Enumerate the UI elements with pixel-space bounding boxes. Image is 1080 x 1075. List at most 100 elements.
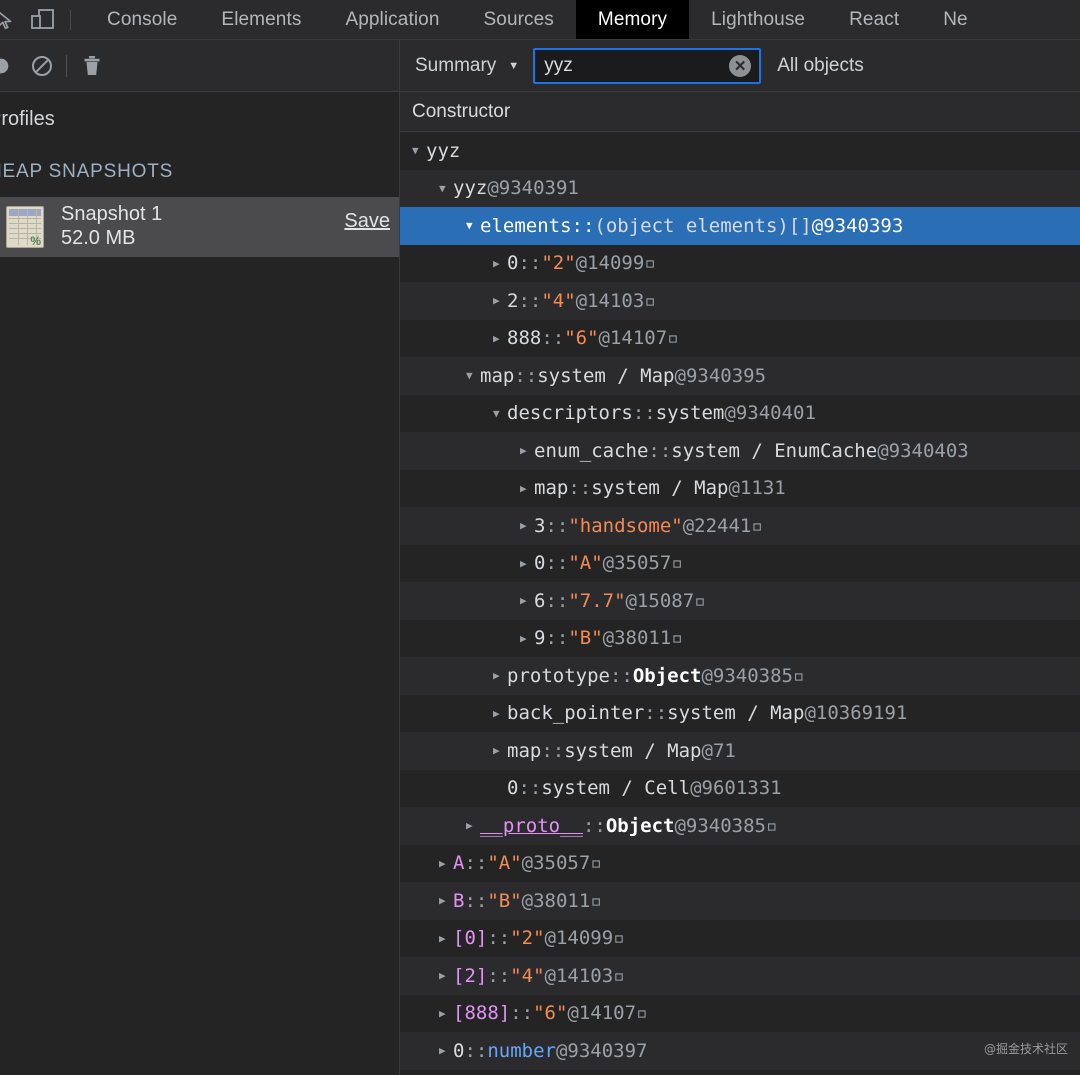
tree-cell-id: @35057	[521, 852, 591, 875]
chevron-right-icon[interactable]: ▶	[493, 257, 507, 270]
tree-row[interactable]: ▼ map :: system / Map @9340395	[400, 357, 1080, 395]
column-header-constructor[interactable]: Constructor	[400, 101, 510, 123]
tree-cell-val-str: "4"	[510, 964, 545, 987]
tree-row[interactable]: ▶ map :: system / Map @1131	[400, 470, 1080, 508]
tree-row[interactable]: ▼ elements :: (object elements)[] @934039…	[400, 207, 1080, 245]
tree-cell-val-str: "A"	[568, 552, 603, 575]
chevron-right-icon[interactable]: ▶	[520, 557, 534, 570]
chevron-right-icon[interactable]: ▶	[439, 1007, 453, 1020]
chevron-right-icon[interactable]: ▶	[520, 444, 534, 457]
tree-row[interactable]: ▶ B :: "B" @38011 ▫	[400, 882, 1080, 920]
tree-row[interactable]: ▶ 3 :: "handsome" @22441 ▫	[400, 507, 1080, 545]
chevron-right-icon[interactable]: ▶	[520, 482, 534, 495]
chevron-down-icon[interactable]: ▼	[466, 219, 480, 232]
sidebar-group-heap-snapshots: HEAP SNAPSHOTS	[0, 161, 174, 182]
chevron-right-icon[interactable]: ▶	[493, 294, 507, 307]
search-input[interactable]	[535, 50, 824, 82]
tree-row[interactable]: ▶ 2 :: "4" @14103 ▫	[400, 282, 1080, 320]
snapshot-meta: Snapshot 1 52.0 MB	[61, 203, 162, 251]
clear-search-icon[interactable]: ✕	[729, 55, 752, 77]
chevron-right-icon[interactable]: ▶	[466, 819, 480, 832]
tree-row[interactable]: ▼ yyz	[400, 132, 1080, 170]
save-snapshot-link[interactable]: Save	[344, 210, 390, 233]
chevron-right-icon[interactable]: ▶	[520, 519, 534, 532]
tree-row[interactable]: ▶ enum_cache :: system / EnumCache @93404…	[400, 432, 1080, 470]
tree-cell-sep: ::	[644, 702, 668, 725]
tab-react[interactable]: React	[827, 0, 921, 39]
tree-cell-box: ▫	[644, 289, 656, 312]
tree-cell-id: @14099	[575, 252, 645, 275]
tab-sources[interactable]: Sources	[462, 0, 576, 39]
chevron-right-icon[interactable]: ▶	[493, 669, 507, 682]
tree-row[interactable]: ▶ map :: system / Map @71	[400, 732, 1080, 770]
tab-elements[interactable]: Elements	[199, 0, 323, 39]
tab-console[interactable]: Console	[85, 0, 199, 39]
device-toolbar-icon[interactable]	[20, 0, 66, 39]
tree-row[interactable]: ▶ 6 :: "7.7" @15087 ▫	[400, 582, 1080, 620]
tree-cell-sep: ::	[487, 927, 511, 950]
tree-row[interactable]: ▶ [0] :: "2" @14099 ▫	[400, 920, 1080, 958]
tree-cell-sep: ::	[541, 327, 565, 350]
chevron-down-icon[interactable]: ▼	[493, 407, 507, 420]
tree-cell-box: ▫	[766, 814, 778, 837]
tab-lighthouse[interactable]: Lighthouse	[689, 0, 827, 39]
view-select-label[interactable]: Summary	[413, 55, 502, 77]
tree-row[interactable]: ▶ __proto__ :: Object @9340385 ▫	[400, 807, 1080, 845]
chevron-right-icon[interactable]: ▶	[439, 1044, 453, 1057]
snapshot-name: Snapshot 1	[61, 203, 163, 225]
chevron-down-icon[interactable]: ▼	[466, 369, 480, 382]
tab-application[interactable]: Application	[323, 0, 461, 39]
snapshot-list-item[interactable]: % Snapshot 1 52.0 MB Save	[0, 197, 399, 257]
tab-memory[interactable]: Memory	[575, 0, 690, 39]
tree-cell-box: ▫	[613, 927, 625, 950]
tree-cell-sep: ::	[518, 289, 542, 312]
chevron-right-icon[interactable]: ▶	[493, 744, 507, 757]
tree-cell-sep: ::	[464, 852, 488, 875]
chevron-right-icon[interactable]: ▶	[520, 632, 534, 645]
chevron-right-icon[interactable]: ▶	[520, 594, 534, 607]
tree-row[interactable]: ▶ prototype :: Object @9340385 ▫	[400, 657, 1080, 695]
tree-cell-val-str: "6"	[564, 327, 599, 350]
tree-cell-id: @9340395	[674, 364, 767, 387]
trash-icon[interactable]	[67, 54, 117, 78]
chevron-down-icon[interactable]: ▼	[439, 182, 453, 195]
search-field-wrapper[interactable]: ✕	[533, 48, 824, 84]
tree-row[interactable]: ▶ A :: "A" @35057 ▫	[400, 845, 1080, 883]
tree-row[interactable]: ▼ descriptors :: system @9340401	[400, 395, 1080, 433]
clear-prohibited-icon[interactable]	[18, 54, 66, 78]
tree-row[interactable]: ▶ [888] :: "6" @14107 ▫	[400, 995, 1080, 1033]
inspect-element-icon[interactable]	[0, 0, 20, 39]
grid-header: Constructor	[400, 92, 1080, 132]
tree-row[interactable]: ▼ yyz @9340391	[400, 169, 1080, 207]
tree-row[interactable]: ▶0 :: system / Cell @9601331	[400, 770, 1080, 808]
tree-cell-sep: ::	[609, 664, 633, 687]
tree-cell-sep: ::	[568, 477, 592, 500]
chevron-right-icon[interactable]: ▶	[439, 932, 453, 945]
tree-row[interactable]: ▶ 9 :: "B" @38011 ▫	[400, 620, 1080, 658]
memory-toolbar-left	[0, 40, 400, 92]
tree-cell-id: @14107	[567, 1002, 637, 1025]
panel-tabs: Console Elements Application Sources Mem…	[85, 0, 990, 39]
tree-row[interactable]: ▶ [2] :: "4" @14103 ▫	[400, 957, 1080, 995]
tree-cell-val-str: "handsome"	[568, 514, 683, 537]
tree-row[interactable]: ▶ 0 :: "A" @35057 ▫	[400, 545, 1080, 583]
tab-network[interactable]: Ne	[921, 0, 990, 39]
chevron-right-icon[interactable]: ▶	[493, 707, 507, 720]
tree-row[interactable]: ▶ back_pointer :: system / Map @10369191	[400, 695, 1080, 733]
chevron-right-icon[interactable]: ▶	[439, 894, 453, 907]
memory-toolbar-right: Summary ▼ ✕ All objects	[400, 40, 1080, 92]
tree-cell-sep: ::	[541, 739, 565, 762]
chevron-down-icon[interactable]: ▼	[412, 144, 426, 157]
chevron-down-icon[interactable]: ▼	[508, 60, 519, 72]
chevron-right-icon[interactable]: ▶	[439, 969, 453, 982]
tree-cell-name-obj: 0	[534, 552, 546, 575]
chevron-right-icon[interactable]: ▶	[493, 332, 507, 345]
tree-cell-box: ▫	[751, 514, 763, 537]
tree-row[interactable]: ▶ 0 :: "2" @14099 ▫	[400, 245, 1080, 283]
record-circle-icon[interactable]	[0, 55, 18, 77]
tree-row[interactable]: ▶ 888 :: "6" @14107 ▫	[400, 320, 1080, 358]
tree-cell-id: @9601331	[690, 777, 782, 800]
chevron-right-icon[interactable]: ▶	[439, 857, 453, 870]
tree-cell-box: ▫	[644, 252, 656, 275]
tree-row[interactable]: ▶ 0 :: number @9340397	[400, 1032, 1080, 1070]
